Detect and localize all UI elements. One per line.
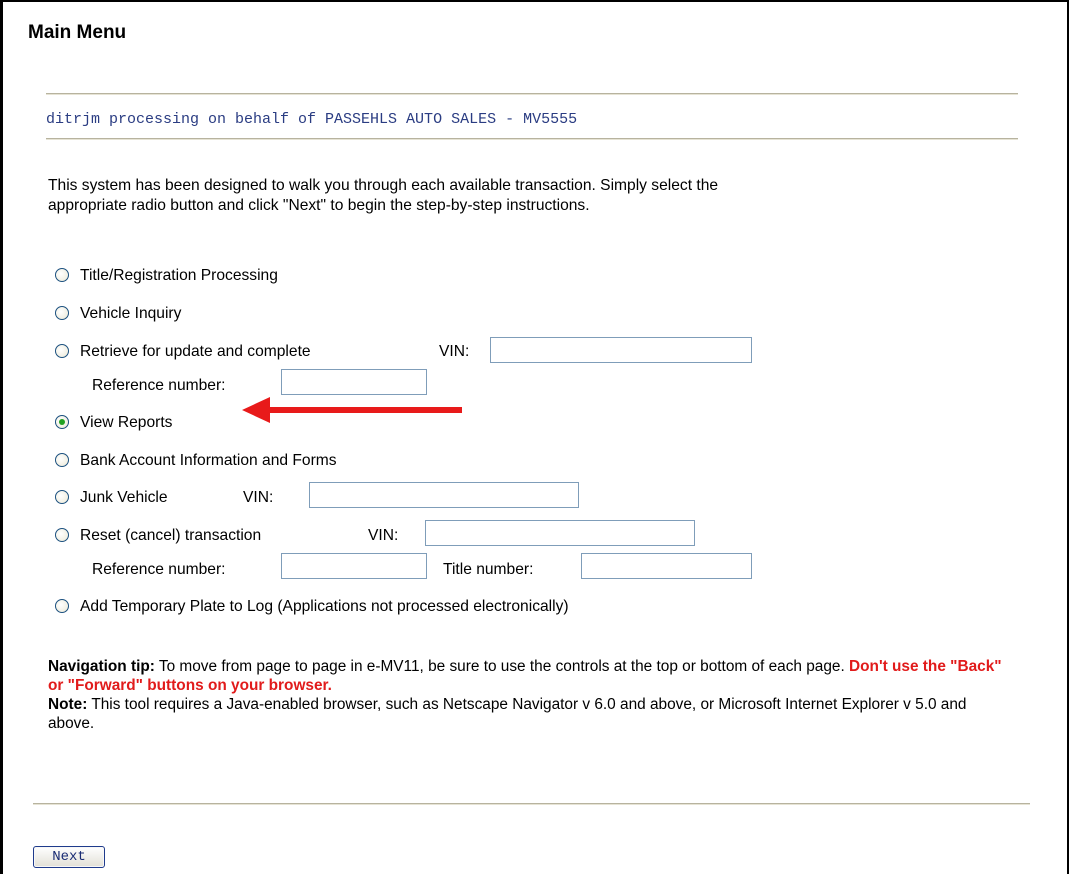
label-reset-transaction: Reset (cancel) transaction [80,527,262,544]
window-frame [0,0,1069,874]
tips-block: Navigation tip: To move from page to pag… [48,657,1008,733]
reset-vin-input[interactable] [425,520,695,546]
top-divider [46,93,1018,95]
retrieve-ref-input[interactable] [281,369,427,395]
banner-divider [46,138,1018,140]
reset-vin-label: VIN: [368,527,399,544]
label-junk-vehicle: Junk Vehicle [80,489,168,506]
page-title: Main Menu [28,22,127,43]
nav-tip-text: To move from page to page in e-MV11, be … [154,658,850,675]
radio-junk-vehicle[interactable] [55,490,69,504]
reset-ref-input[interactable] [281,553,427,579]
intro-line-1: This system has been designed to walk yo… [48,177,719,194]
retrieve-vin-input[interactable] [490,337,752,363]
label-retrieve-update: Retrieve for update and complete [80,343,311,360]
radio-bank-account[interactable] [55,453,69,467]
label-bank-account: Bank Account Information and Forms [80,452,337,469]
retrieve-vin-label: VIN: [439,343,470,360]
radio-view-reports[interactable] [55,415,69,429]
intro-text: This system has been designed to walk yo… [48,176,718,216]
note-label: Note: [48,696,88,713]
label-title-registration: Title/Registration Processing [80,267,278,284]
label-temp-plate: Add Temporary Plate to Log (Applications… [80,598,569,615]
radio-temp-plate[interactable] [55,599,69,613]
radio-title-registration[interactable] [55,268,69,282]
nav-tip-label: Navigation tip: [48,658,155,675]
processing-banner: ditrjm processing on behalf of PASSEHLS … [46,111,578,128]
reset-title-label: Title number: [443,561,534,578]
bottom-divider [33,803,1030,805]
junk-vin-input[interactable] [309,482,579,508]
junk-vin-label: VIN: [243,489,274,506]
label-view-reports: View Reports [80,414,173,431]
radio-reset-transaction[interactable] [55,528,69,542]
reset-ref-label: Reference number: [92,561,226,578]
radio-vehicle-inquiry[interactable] [55,306,69,320]
note-text: This tool requires a Java-enabled browse… [48,696,967,732]
intro-line-2: appropriate radio button and click "Next… [48,197,590,214]
radio-retrieve-update[interactable] [55,344,69,358]
next-button[interactable]: Next [33,846,105,868]
red-left-arrow-icon [242,397,462,423]
reset-title-input[interactable] [581,553,752,579]
retrieve-ref-label: Reference number: [92,377,226,394]
label-vehicle-inquiry: Vehicle Inquiry [80,305,182,322]
